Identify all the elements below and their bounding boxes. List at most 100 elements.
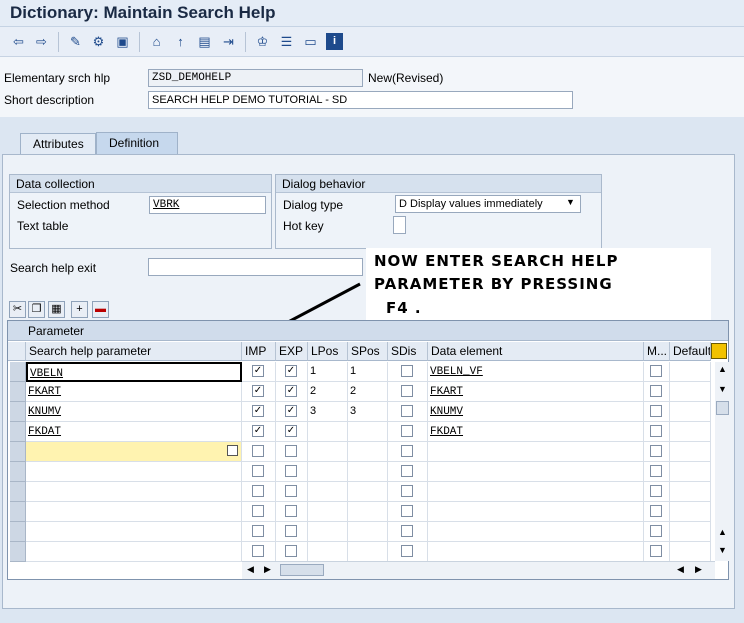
scroll-up-icon[interactable]: ▲ [718, 527, 727, 537]
table-cell[interactable] [242, 442, 276, 462]
checkbox-exp[interactable]: ✓ [285, 405, 297, 417]
table-cell[interactable] [308, 542, 348, 562]
checkbox-sdis[interactable] [401, 405, 413, 417]
table-cell[interactable]: ✓ [276, 402, 308, 422]
checkbox-imp[interactable]: ✓ [252, 425, 264, 437]
col-imp[interactable]: IMP [242, 342, 276, 361]
table-cell[interactable]: FKART [26, 382, 242, 402]
table-cell[interactable]: 3 [308, 402, 348, 422]
table-cell[interactable] [242, 522, 276, 542]
table-cell[interactable] [276, 502, 308, 522]
checkbox-sdis[interactable] [401, 505, 413, 517]
table-cell[interactable] [644, 362, 670, 382]
table-cell[interactable] [644, 442, 670, 462]
copy-icon[interactable]: ❐ [28, 301, 45, 318]
table-cell[interactable] [26, 542, 242, 562]
scroll-thumb[interactable] [716, 401, 729, 415]
checkbox-m[interactable] [650, 505, 662, 517]
col-default[interactable]: Default [670, 342, 711, 361]
checkbox-exp[interactable]: ✓ [285, 385, 297, 397]
table-cell[interactable]: KNUMV [26, 402, 242, 422]
hscroll-thumb[interactable] [280, 564, 324, 576]
col-mod[interactable]: M... [644, 342, 670, 361]
checkbox-m[interactable] [650, 425, 662, 437]
table-cell[interactable] [26, 502, 242, 522]
checkbox-imp[interactable]: ✓ [252, 385, 264, 397]
table-cell[interactable] [348, 442, 388, 462]
table-cell[interactable] [670, 542, 711, 562]
checkbox-imp[interactable]: ✓ [252, 365, 264, 377]
table-cell[interactable] [276, 462, 308, 482]
table-cell[interactable] [670, 382, 711, 402]
table-cell[interactable] [348, 542, 388, 562]
table-cell[interactable] [670, 402, 711, 422]
scroll-up-icon[interactable]: ▲ [718, 364, 727, 374]
table-cell[interactable]: 2 [308, 382, 348, 402]
table-cell[interactable]: KNUMV [428, 402, 644, 422]
table-cell[interactable] [428, 542, 644, 562]
col-spos[interactable]: SPos [348, 342, 388, 361]
table-cell[interactable] [242, 502, 276, 522]
table-cell[interactable] [388, 482, 428, 502]
table-cell[interactable] [428, 522, 644, 542]
table-cell[interactable] [670, 482, 711, 502]
table-cell[interactable] [644, 542, 670, 562]
checkbox-exp[interactable] [285, 525, 297, 537]
checkbox-exp[interactable] [285, 485, 297, 497]
table-cell[interactable] [388, 522, 428, 542]
table-cell[interactable]: VBELN [26, 362, 242, 382]
table-cell[interactable] [388, 462, 428, 482]
scroll-down-icon[interactable]: ▼ [718, 384, 727, 394]
table-cell[interactable]: 3 [348, 402, 388, 422]
table-cell[interactable]: ✓ [276, 362, 308, 382]
table-cell[interactable] [276, 522, 308, 542]
table-cell[interactable]: ✓ [276, 422, 308, 442]
row-selector[interactable] [10, 502, 26, 522]
checkbox-imp[interactable] [252, 485, 264, 497]
col-exp[interactable]: EXP [276, 342, 308, 361]
checkbox-sdis[interactable] [401, 445, 413, 457]
table-cell[interactable] [670, 362, 711, 382]
table-cell[interactable] [308, 422, 348, 442]
table-cell[interactable] [308, 502, 348, 522]
table-cell[interactable] [308, 462, 348, 482]
scroll-left-icon[interactable]: ◀ [677, 564, 684, 575]
checkbox-m[interactable] [650, 525, 662, 537]
row-selector[interactable] [10, 542, 26, 562]
table-cell[interactable] [670, 422, 711, 442]
table-cell[interactable]: FKDAT [26, 422, 242, 442]
checkbox-m[interactable] [650, 465, 662, 477]
checkbox-exp[interactable] [285, 445, 297, 457]
row-selector[interactable] [10, 522, 26, 542]
table-cell[interactable] [388, 422, 428, 442]
table-cell[interactable]: 1 [348, 362, 388, 382]
table-cell[interactable] [388, 382, 428, 402]
table-cell[interactable] [428, 462, 644, 482]
scroll-left-icon[interactable]: ◀ [247, 564, 254, 575]
checkbox-sdis[interactable] [401, 485, 413, 497]
table-cell[interactable] [670, 462, 711, 482]
checkbox-imp[interactable]: ✓ [252, 405, 264, 417]
col-lpos[interactable]: LPos [308, 342, 348, 361]
table-cell[interactable]: ✓ [276, 382, 308, 402]
table-cell[interactable] [644, 382, 670, 402]
table-cell[interactable] [26, 522, 242, 542]
checkbox-m[interactable] [650, 545, 662, 557]
table-cell[interactable] [644, 422, 670, 442]
checkbox-exp[interactable] [285, 505, 297, 517]
table-cell[interactable] [428, 502, 644, 522]
checkbox-exp[interactable]: ✓ [285, 365, 297, 377]
table-cell[interactable] [388, 402, 428, 422]
delete-row-icon[interactable]: ▬ [92, 301, 109, 318]
table-settings-icon[interactable] [711, 343, 727, 359]
table-cell[interactable]: ✓ [242, 382, 276, 402]
checkbox-exp[interactable] [285, 545, 297, 557]
table-cell[interactable] [644, 522, 670, 542]
col-data-element[interactable]: Data element [428, 342, 644, 361]
table-cell[interactable] [26, 482, 242, 502]
row-selector[interactable] [10, 442, 26, 462]
table-cell[interactable]: ✓ [242, 362, 276, 382]
row-selector[interactable] [10, 422, 26, 442]
table-cell[interactable] [670, 442, 711, 462]
table-cell[interactable] [308, 442, 348, 462]
